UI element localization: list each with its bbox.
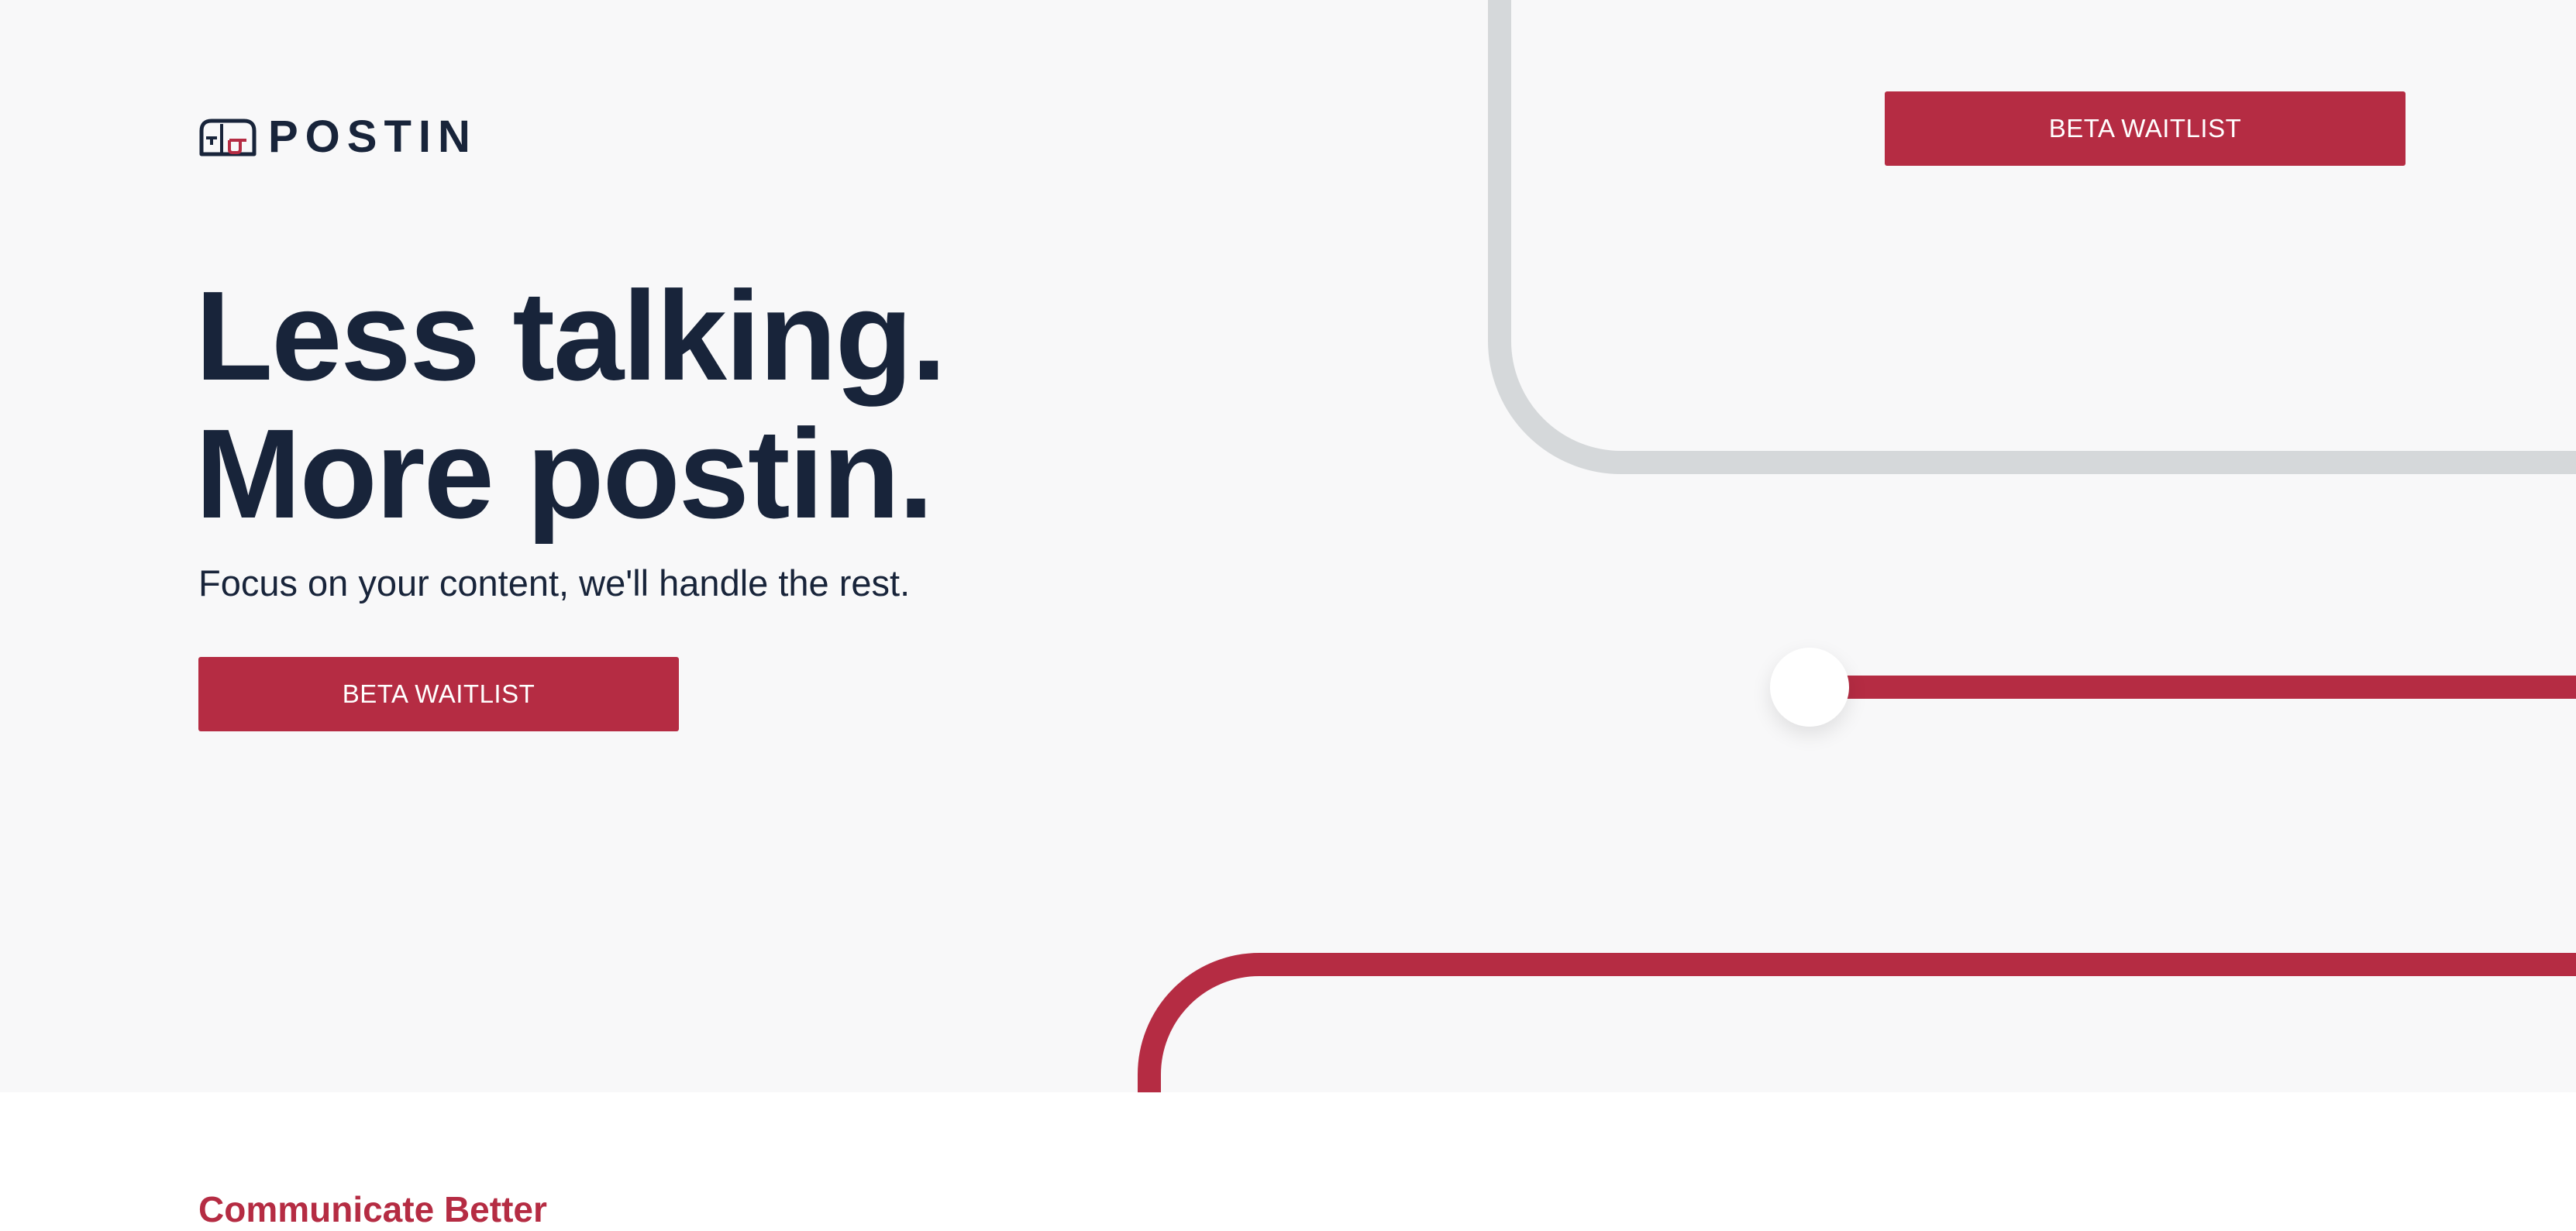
headline-line-1: Less talking. xyxy=(195,265,946,407)
hero-subheadline: Focus on your content, we'll handle the … xyxy=(198,562,911,603)
brand-name: POSTIN xyxy=(268,112,477,162)
gray-curved-line xyxy=(1488,0,2576,474)
brand-logo[interactable]: POSTIN xyxy=(198,115,477,160)
headline-line-2: More postin. xyxy=(195,403,934,545)
section-heading: Communicate Better xyxy=(198,1189,547,1229)
hero-beta-waitlist-button[interactable]: BETA WAITLIST xyxy=(198,657,679,731)
mailbox-icon xyxy=(199,119,257,156)
hero-section: POSTIN BETA WAITLIST Less talking. More … xyxy=(0,0,2576,1092)
red-curved-line xyxy=(1138,953,2576,1092)
nav-beta-waitlist-button[interactable]: BETA WAITLIST xyxy=(1885,91,2406,166)
decorative-knob xyxy=(1770,648,1849,727)
hero-headline: Less talking. More postin. xyxy=(195,265,946,545)
